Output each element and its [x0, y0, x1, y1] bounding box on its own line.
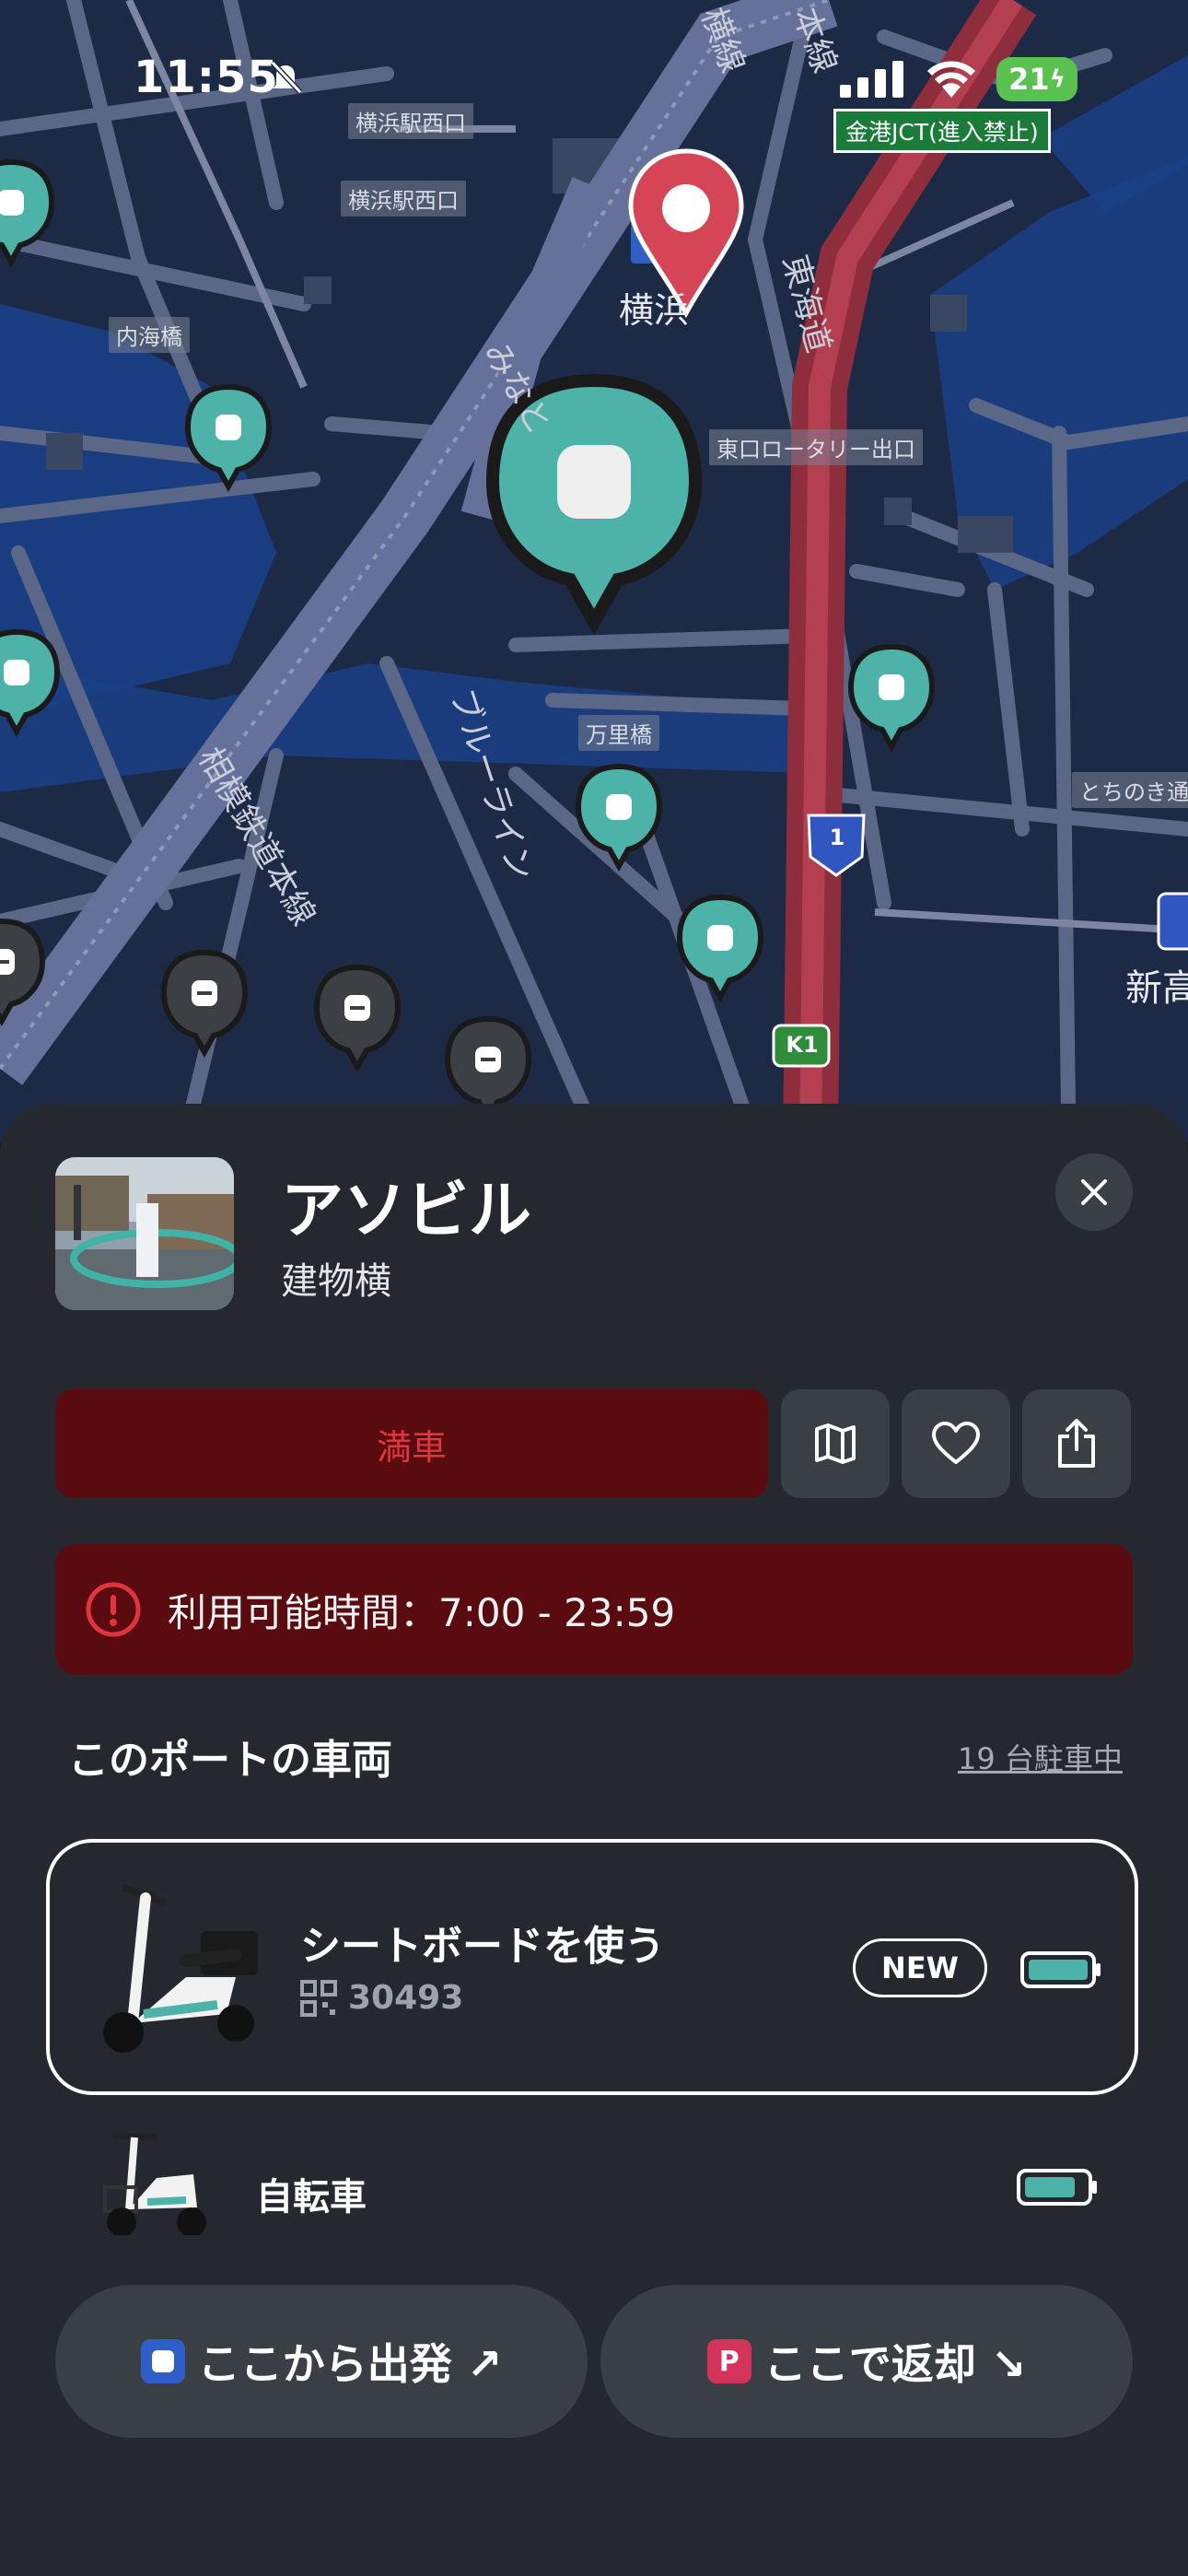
kickboard-image [103, 1885, 258, 2053]
map-pin[interactable] [0, 921, 42, 1021]
vehicle-id: 30493 [300, 1979, 463, 2017]
map-label: 横浜駅西口 [348, 103, 473, 139]
map-label: 内海橋 [109, 317, 190, 353]
map-label: 新高 [1125, 967, 1188, 1010]
section-title: このポートの車両 [68, 1737, 392, 1784]
vehicle-battery-icon [1017, 2169, 1097, 2206]
map-button[interactable] [781, 1389, 890, 1498]
close-button[interactable] [1055, 1153, 1133, 1231]
map-label: 万里橋 [578, 715, 659, 751]
close-icon [1081, 1179, 1107, 1205]
route-shield: K1 [786, 1032, 819, 1058]
full-status-button[interactable]: 満車 [55, 1389, 768, 1498]
qr-code-icon [300, 1979, 337, 2017]
depart-here-button[interactable]: ここから出発 ↗ [55, 2285, 588, 2438]
vehicle-id-number: 30493 [348, 1979, 464, 2017]
map-pin[interactable] [0, 632, 57, 732]
port-photo[interactable] [55, 1157, 234, 1310]
vehicle-name: 自転車 [256, 2176, 367, 2219]
battery-level: 21 [1008, 62, 1050, 97]
depart-label: ここから出発 ↗ [197, 2339, 503, 2389]
map-label: 東口ロータリー出口 [709, 429, 923, 465]
map-icon [815, 1423, 856, 1464]
port-name: アソビル [281, 1175, 532, 1247]
bell-slash-icon [270, 60, 303, 95]
map-label: とちのき通 [1072, 772, 1188, 808]
port-detail-sheet: アソビル 建物横 満車 利用可能時間：7:00 - 23:59 このポートの車両… [0, 1104, 1188, 2576]
wifi-icon [927, 61, 975, 98]
share-icon [1058, 1419, 1095, 1468]
port-location: 建物横 [281, 1260, 391, 1303]
signal-icon [840, 61, 903, 98]
route-shield: 1 [829, 825, 845, 850]
favorite-button[interactable] [902, 1389, 1010, 1498]
vehicle-name: シートボードを使う [300, 1923, 665, 1970]
map-pin[interactable] [578, 767, 659, 866]
jct-sign: 金港JCT(進入禁止) [833, 109, 1051, 153]
vehicle-battery-icon [1020, 1951, 1101, 1988]
hours-text: 利用可能時間：7:00 - 23:59 [168, 1589, 676, 1635]
port-markers[interactable] [0, 0, 1188, 1142]
map-label: 横浜 [619, 290, 690, 331]
battery-indicator: 21 ϟ [996, 57, 1077, 101]
status-time: 11:55 [134, 52, 279, 103]
hours-banner: 利用可能時間：7:00 - 23:59 [55, 1544, 1133, 1675]
map-pin[interactable] [0, 162, 52, 262]
parking-icon: P [706, 2339, 751, 2383]
depart-port-icon [140, 2339, 185, 2383]
vehicle-row[interactable]: 自転車 [0, 2130, 1188, 2250]
return-here-button[interactable]: P ここで返却 ↘ [600, 2285, 1133, 2438]
share-button[interactable] [1022, 1389, 1131, 1498]
alert-icon [86, 1582, 141, 1637]
new-badge: NEW [853, 1938, 987, 1997]
vehicle-card[interactable]: シートボードを使う 30493 NEW [46, 1839, 1138, 2095]
map-pin[interactable] [851, 647, 932, 746]
map-pin[interactable] [317, 967, 398, 1067]
map-pin[interactable] [188, 387, 269, 486]
charging-bolt-icon: ϟ [1049, 65, 1066, 93]
map-pin[interactable] [680, 897, 761, 997]
map-pin[interactable] [164, 953, 245, 1052]
map-label: 横浜駅西口 [341, 181, 466, 217]
port-photo-image [55, 1157, 234, 1310]
map-view[interactable]: 横浜駅西口 横浜駅西口 内海橋 東口ロータリー出口 万里橋 とちのき通 横浜 新… [0, 0, 1188, 1142]
return-label: ここで返却 ↘ [763, 2339, 1027, 2389]
heart-icon [932, 1422, 980, 1464]
bicycle-image [103, 2132, 206, 2237]
parked-count-link[interactable]: 19 台駐車中 [958, 1736, 1123, 1778]
